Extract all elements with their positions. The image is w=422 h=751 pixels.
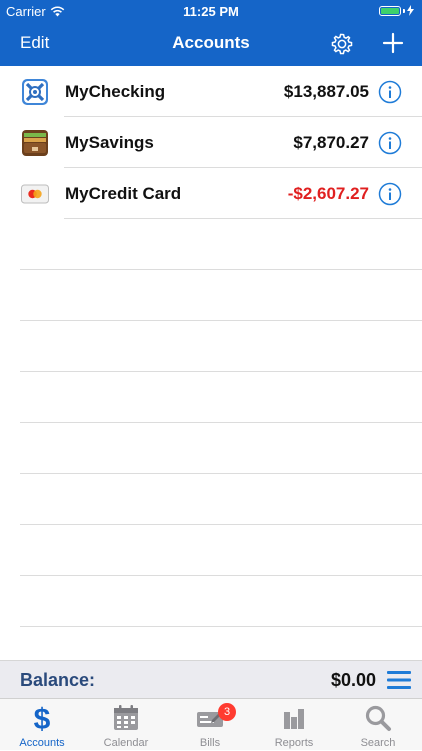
page-title: Accounts bbox=[172, 33, 250, 52]
tab-label: Search bbox=[360, 737, 396, 749]
account-name: MySavings bbox=[65, 133, 154, 152]
account-row-credit-card[interactable]: MyCredit Card -$2,607.27 bbox=[0, 168, 422, 219]
empty-row bbox=[0, 372, 422, 423]
account-amount: $7,870.27 bbox=[293, 133, 369, 152]
edit-button[interactable]: Edit bbox=[20, 33, 49, 53]
tab-label: Bills bbox=[199, 737, 221, 749]
info-icon[interactable] bbox=[378, 80, 402, 104]
settings-gear-icon[interactable] bbox=[330, 32, 354, 56]
battery-icon bbox=[379, 5, 414, 16]
status-time: 11:25 PM bbox=[183, 4, 239, 19]
tab-label: Accounts bbox=[19, 737, 65, 749]
empty-row bbox=[0, 525, 422, 576]
bank-icon bbox=[22, 79, 48, 105]
charging-bolt-icon bbox=[407, 5, 414, 16]
tab-label: Reports bbox=[274, 737, 314, 749]
add-account-button[interactable] bbox=[382, 32, 404, 54]
account-amount: -$2,607.27 bbox=[287, 184, 369, 203]
empty-row bbox=[0, 474, 422, 525]
account-name: MyChecking bbox=[65, 82, 166, 101]
tab-bar: $ Accounts Calendar 3 Bills Reports Sear… bbox=[0, 698, 422, 750]
status-bar: Carrier 11:25 PM bbox=[0, 0, 422, 22]
balance-bar: Balance: $0.00 bbox=[0, 660, 422, 698]
balance-label: Balance: bbox=[20, 670, 96, 690]
tab-calendar[interactable]: Calendar bbox=[84, 699, 168, 751]
account-row-checking[interactable]: MyChecking $13,887.05 bbox=[0, 66, 422, 117]
empty-row bbox=[0, 270, 422, 321]
empty-row bbox=[0, 321, 422, 372]
wallet-icon bbox=[22, 130, 48, 156]
bills-badge: 3 bbox=[218, 703, 236, 721]
row-divider bbox=[20, 626, 422, 627]
calendar-icon bbox=[114, 705, 138, 730]
empty-row bbox=[0, 423, 422, 474]
navigation-bar: Edit Accounts bbox=[0, 22, 422, 66]
credit-card-icon bbox=[21, 184, 49, 204]
dollar-icon: $ bbox=[34, 704, 51, 732]
tab-bills[interactable]: 3 Bills bbox=[168, 699, 252, 751]
account-amount: $13,887.05 bbox=[283, 82, 369, 101]
menu-icon[interactable] bbox=[387, 670, 411, 690]
account-name: MyCredit Card bbox=[65, 184, 182, 203]
empty-row bbox=[0, 576, 422, 627]
info-icon[interactable] bbox=[378, 182, 402, 206]
accounts-list: MyChecking $13,887.05 MySavings $7,870.2… bbox=[0, 66, 422, 660]
balance-value: $0.00 bbox=[330, 670, 376, 690]
magnifier-icon bbox=[365, 705, 391, 731]
info-icon[interactable] bbox=[378, 131, 402, 155]
svg-text:$: $ bbox=[34, 704, 51, 732]
tab-accounts[interactable]: $ Accounts bbox=[0, 699, 84, 751]
account-row-savings[interactable]: MySavings $7,870.27 bbox=[0, 117, 422, 168]
tab-reports[interactable]: Reports bbox=[252, 699, 336, 751]
bar-chart-icon bbox=[284, 709, 304, 729]
empty-row bbox=[0, 219, 422, 270]
tab-label: Calendar bbox=[103, 737, 149, 749]
tab-search[interactable]: Search bbox=[336, 699, 420, 751]
